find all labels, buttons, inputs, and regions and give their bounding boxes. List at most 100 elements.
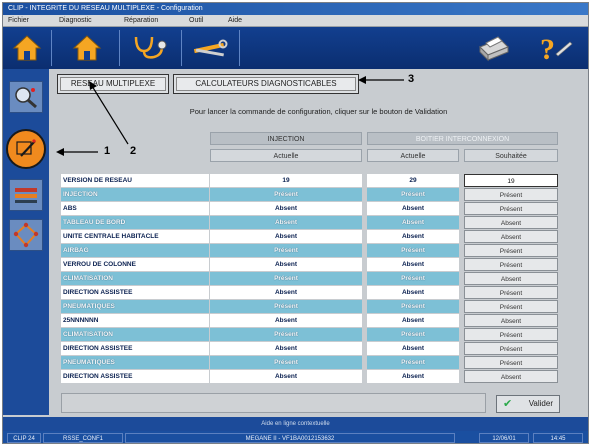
bsi-actuelle-value: Présent xyxy=(367,356,459,369)
tab-reseau-multiplexe[interactable]: RESEAU MULTIPLEXE xyxy=(57,74,169,94)
tools-icon xyxy=(193,39,228,57)
menu-diagnostic[interactable]: Diagnostic xyxy=(59,15,92,27)
bsi-souhaitee-select[interactable]: Présent xyxy=(464,286,558,299)
row-label: INJECTION xyxy=(61,188,209,201)
table-row: DIRECTION ASSISTEE Absent Absent Présent xyxy=(61,286,558,300)
injection-value: Absent xyxy=(210,314,362,327)
injection-value: Absent xyxy=(210,370,362,383)
sidebar-network-button[interactable] xyxy=(9,219,43,251)
injection-value: Présent xyxy=(210,328,362,341)
bsi-souhaitee-select[interactable]: 19 xyxy=(464,174,558,187)
row-label: DIRECTION ASSISTEE xyxy=(61,286,209,299)
status-time: 14:45 xyxy=(533,433,583,443)
repair-button[interactable] xyxy=(187,30,233,66)
table-row: 25NNNNNN Absent Absent Absent xyxy=(61,314,558,328)
home-button[interactable] xyxy=(9,30,45,66)
bsi-actuelle-value: Absent xyxy=(367,202,459,215)
menu-outil[interactable]: Outil xyxy=(189,15,203,27)
menu-aide[interactable]: Aide xyxy=(228,15,242,27)
menu-bar: Fichier Diagnostic Réparation Outil Aide xyxy=(3,15,588,27)
bsi-souhaitee-select[interactable]: Présent xyxy=(464,300,558,313)
zoom-icon xyxy=(15,87,37,109)
table-row: ABS Absent Absent Présent xyxy=(61,202,558,216)
status-file: RSSE_CONF1 xyxy=(43,433,123,443)
home-icon xyxy=(12,35,42,61)
row-label: 25NNNNNN xyxy=(61,314,209,327)
app-window: CLIP - INTEGRITE DU RESEAU MULTIPLEXE - … xyxy=(2,2,589,444)
stethoscope-icon xyxy=(134,36,167,59)
home-icon xyxy=(72,35,102,61)
status-vehicle: MEGANE II - VF1BA0012153632 xyxy=(125,433,455,443)
row-label: VERSION DE RESEAU xyxy=(61,174,209,187)
menu-reparation[interactable]: Réparation xyxy=(124,15,158,27)
row-label: ABS xyxy=(61,202,209,215)
injection-value: Absent xyxy=(210,216,362,229)
row-label: AIRBAG xyxy=(61,244,209,257)
pen-icon xyxy=(16,139,36,157)
bsi-souhaitee-select[interactable]: Absent xyxy=(464,230,558,243)
instruction-text: Pour lancer la commande de configuration… xyxy=(189,107,448,116)
left-sidebar xyxy=(3,69,49,415)
table-row: DIRECTION ASSISTEE Absent Absent Absent xyxy=(61,370,558,384)
injection-value: Présent xyxy=(210,300,362,313)
home-vehicle-button[interactable] xyxy=(69,30,105,66)
bsi-souhaitee-select[interactable]: Présent xyxy=(464,356,558,369)
title-bar: CLIP - INTEGRITE DU RESEAU MULTIPLEXE - … xyxy=(3,3,588,15)
column-subheader-bsi-actuelle: Actuelle xyxy=(367,149,459,162)
bsi-souhaitee-select[interactable]: Présent xyxy=(464,244,558,257)
injection-value: Absent xyxy=(210,230,362,243)
injection-value: Présent xyxy=(210,244,362,257)
injection-value: 19 xyxy=(210,174,362,187)
bsi-actuelle-value: Absent xyxy=(367,258,459,271)
sidebar-wiring-button[interactable] xyxy=(9,179,43,211)
tab-calculateurs-diagnosticables[interactable]: CALCULATEURS DIAGNOSTICABLES xyxy=(173,74,359,94)
bsi-souhaitee-select[interactable]: Absent xyxy=(464,216,558,229)
bsi-souhaitee-select[interactable]: Présent xyxy=(464,258,558,271)
callout-1: 1 xyxy=(104,145,111,157)
row-label: TABLEAU DE BORD xyxy=(61,216,209,229)
table-row: PNEUMATIQUES Présent Présent Présent xyxy=(61,356,558,370)
table-row: UNITE CENTRALE HABITACLE Absent Absent Abse… xyxy=(61,230,558,244)
callout-2: 2 xyxy=(130,145,137,157)
row-label: VERROU DE COLONNE xyxy=(61,258,209,271)
sidebar-configuration-button[interactable] xyxy=(6,129,46,169)
diagnostic-button[interactable] xyxy=(127,30,173,66)
bsi-actuelle-value: Présent xyxy=(367,188,459,201)
bsi-actuelle-value: Absent xyxy=(367,370,459,383)
injection-value: Absent xyxy=(210,258,362,271)
bsi-souhaitee-select[interactable]: Absent xyxy=(464,370,558,383)
injection-value: Présent xyxy=(210,272,362,285)
wiring-icon xyxy=(15,188,37,203)
table-row: PNEUMATIQUES Présent Présent Présent xyxy=(61,300,558,314)
bsi-souhaitee-select[interactable]: Présent xyxy=(464,188,558,201)
bsi-souhaitee-select[interactable]: Présent xyxy=(464,328,558,341)
bsi-souhaitee-select[interactable]: Présent xyxy=(464,342,558,355)
network-icon xyxy=(13,222,39,248)
injection-value: Absent xyxy=(210,286,362,299)
table-row: CLIMATISATION Présent Présent Absent xyxy=(61,272,558,286)
table-row: VERSION DE RESEAU 19 29 19 xyxy=(61,174,558,188)
bsi-actuelle-value: Présent xyxy=(367,272,459,285)
injection-value: Présent xyxy=(210,356,362,369)
table-row: AIRBAG Présent Présent Présent xyxy=(61,244,558,258)
check-icon: ✔ xyxy=(503,398,513,410)
column-header-bsi: BOITIER INTERCONNEXION xyxy=(367,132,558,145)
menu-fichier[interactable]: Fichier xyxy=(8,15,29,27)
bsi-souhaitee-select[interactable]: Absent xyxy=(464,272,558,285)
bsi-souhaitee-select[interactable]: Absent xyxy=(464,314,558,327)
sidebar-zoom-button[interactable] xyxy=(9,81,43,113)
injection-value: Présent xyxy=(210,188,362,201)
row-label: DIRECTION ASSISTEE xyxy=(61,370,209,383)
print-button[interactable] xyxy=(473,30,513,66)
injection-value: Absent xyxy=(210,202,362,215)
row-label: UNITE CENTRALE HABITACLE xyxy=(61,230,209,243)
help-button[interactable]: ? xyxy=(531,30,577,66)
column-subheader-injection-actuelle: Actuelle xyxy=(210,149,362,162)
table-row: VERROU DE COLONNE Absent Absent Présent xyxy=(61,258,558,272)
injection-value: Absent xyxy=(210,342,362,355)
bsi-souhaitee-select[interactable]: Présent xyxy=(464,202,558,215)
help-icon: ? xyxy=(540,33,573,64)
valider-button[interactable]: ✔ Valider xyxy=(496,395,560,413)
status-bar: CLIP 24 RSSE_CONF1 MEGANE II - VF1BA0012… xyxy=(3,431,588,443)
row-label: PNEUMATIQUES xyxy=(61,356,209,369)
